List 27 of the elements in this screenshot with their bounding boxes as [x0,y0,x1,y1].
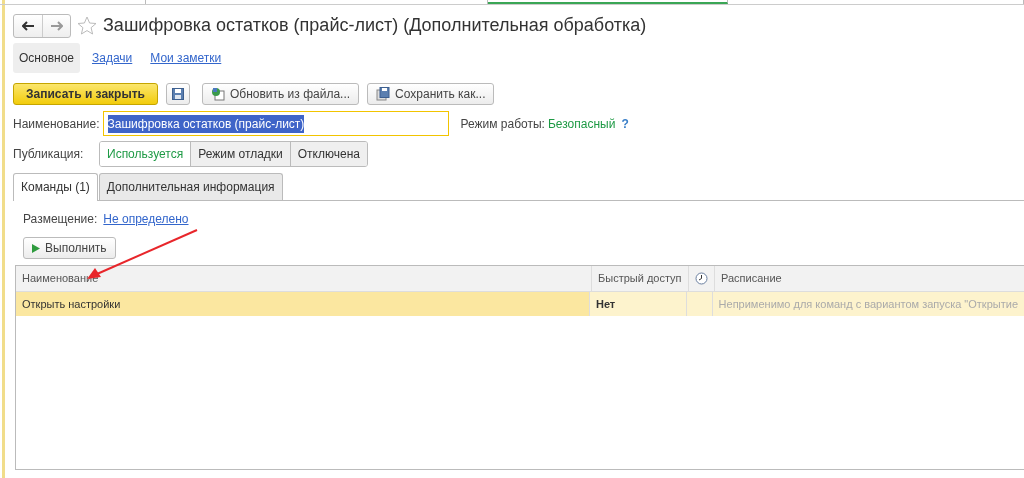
publication-option[interactable]: Режим отладки [191,142,291,166]
column-header: Быстрый доступ [592,266,689,291]
help-link[interactable]: ? [621,114,629,133]
column-header: Расписание [720,271,783,287]
mode-label: Режим работы: [460,115,545,133]
table-cell-text: Неприменимо для команд с вариантом запуска "Открытие [718,296,1018,312]
section-tab[interactable]: Основное [13,43,80,73]
table-cell-text: Открыть настройки [22,296,121,312]
run-button[interactable]: Выполнить [23,237,116,259]
publication-label: Публикация: [13,146,85,163]
mode-value: Безопасный [547,115,616,133]
section-tab[interactable]: Мои заметки [144,43,228,73]
section-tab[interactable]: Задачи [86,43,139,73]
table-cell-text: Нет [595,296,616,312]
name-label: Наименование: [13,115,100,133]
form-tab[interactable]: Дополнительная информация [98,173,283,200]
save-and-close-button[interactable]: Записать и закрыть [13,83,158,105]
publication-option[interactable]: Используется [100,142,192,166]
publication-option[interactable]: Отключена [290,142,367,166]
placement-label: Размещение: [23,211,98,228]
window-title: Зашифровка остатков (прайс-лист) (Дополнительная обработка) [103,14,647,37]
save-as-button[interactable]: Сохранить как... [367,83,495,105]
form-tab[interactable]: Команды (1) [13,173,98,201]
update-from-file-button[interactable]: Обновить из файла... [201,83,360,105]
placement-link[interactable]: Не определено [103,210,189,228]
table-row[interactable]: Открыть настройки Нет Неприменимо для команд с вариантом запуска "Открытие [16,292,1024,316]
name-input-field[interactable]: Зашифровка остатков (прайс-лист) [102,111,449,136]
